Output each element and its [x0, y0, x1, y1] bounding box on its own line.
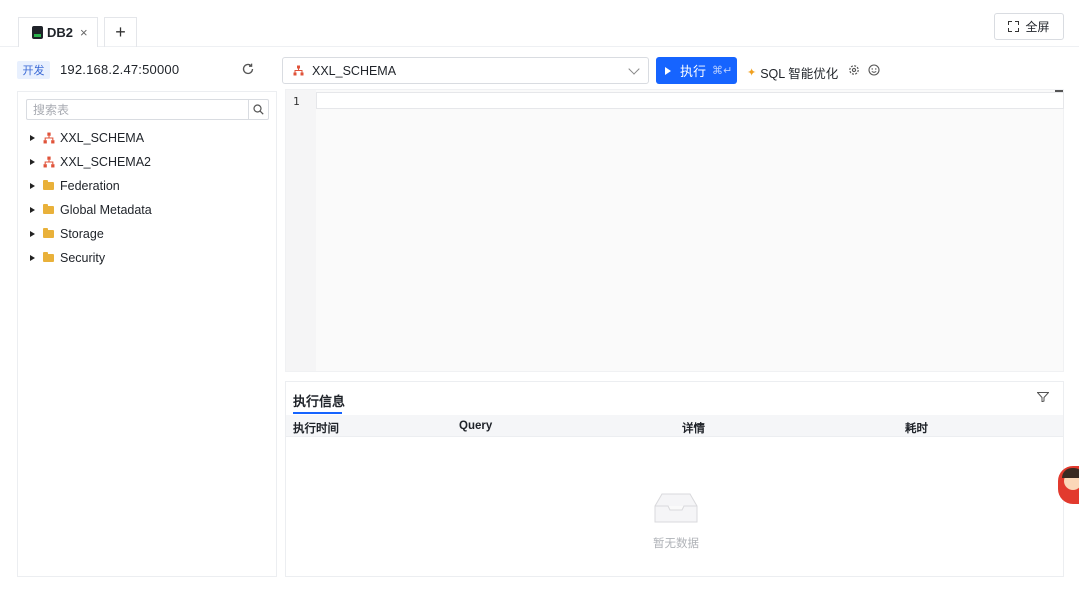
- editor-scrollbar[interactable]: [1055, 90, 1063, 92]
- feedback-smile-icon[interactable]: [868, 64, 880, 76]
- sparkle-icon: ✦: [747, 67, 757, 79]
- editor-active-line[interactable]: [316, 92, 1064, 109]
- caret-right-icon[interactable]: [30, 183, 35, 189]
- gear-icon[interactable]: [848, 64, 860, 76]
- caret-right-icon[interactable]: [30, 255, 35, 261]
- search-icon: [253, 104, 264, 115]
- refresh-icon[interactable]: [241, 62, 255, 76]
- table-browser-panel: XXL_SCHEMA XXL_SCHEMA2 Federation Global…: [17, 91, 277, 577]
- close-icon[interactable]: ×: [80, 25, 88, 40]
- schema-icon: [43, 132, 55, 144]
- folder-icon: [43, 252, 55, 264]
- run-shortcut: ⌘↵: [712, 65, 733, 77]
- fullscreen-label: 全屏: [1025, 20, 1050, 34]
- tree-item-xxl-schema[interactable]: XXL_SCHEMA: [18, 126, 276, 150]
- tab-db2[interactable]: DB2 ×: [18, 17, 98, 47]
- search-button[interactable]: [248, 100, 268, 119]
- schema-tree: XXL_SCHEMA XXL_SCHEMA2 Federation Global…: [18, 126, 276, 270]
- schema-select[interactable]: XXL_SCHEMA: [282, 57, 649, 84]
- tree-item-xxl-schema2[interactable]: XXL_SCHEMA2: [18, 150, 276, 174]
- caret-right-icon[interactable]: [30, 135, 35, 141]
- run-button-label: 执行: [680, 64, 707, 79]
- tree-item-label: Federation: [60, 179, 120, 193]
- fullscreen-button[interactable]: 全屏: [994, 13, 1064, 40]
- sql-editor[interactable]: 1: [285, 89, 1064, 372]
- active-tab-indicator: [293, 412, 342, 414]
- tree-item-security[interactable]: Security: [18, 246, 276, 270]
- schema-icon: [43, 156, 55, 168]
- sql-optimize-button[interactable]: ✦ SQL 智能优化: [747, 63, 838, 82]
- tree-item-label: Security: [60, 251, 106, 265]
- tree-item-storage[interactable]: Storage: [18, 222, 276, 246]
- line-number: 1: [293, 95, 300, 108]
- search-input[interactable]: [27, 100, 248, 119]
- empty-state: 暂无数据: [636, 492, 716, 551]
- caret-right-icon[interactable]: [30, 207, 35, 213]
- avatar-hair: [1062, 468, 1079, 478]
- column-header: 耗时: [905, 423, 928, 435]
- database-icon: [32, 26, 43, 39]
- folder-icon: [43, 204, 55, 216]
- editor-gutter: 1: [286, 90, 316, 371]
- filter-icon[interactable]: [1037, 392, 1049, 402]
- tree-item-label: Storage: [60, 227, 104, 241]
- empty-inbox-icon: [654, 493, 698, 523]
- tab-title: DB2: [47, 25, 74, 40]
- column-header: 详情: [682, 423, 705, 435]
- assistant-avatar[interactable]: [1058, 466, 1079, 504]
- tab-execution-info[interactable]: 执行信息: [293, 391, 345, 410]
- caret-right-icon[interactable]: [30, 159, 35, 165]
- folder-icon: [43, 228, 55, 240]
- tree-item-label: XXL_SCHEMA2: [60, 155, 152, 169]
- tree-item-label: XXL_SCHEMA: [60, 131, 145, 145]
- tree-item-global-metadata[interactable]: Global Metadata: [18, 198, 276, 222]
- tab-bar: DB2 × + 全屏: [0, 0, 1079, 47]
- sql-optimize-label: SQL 智能优化: [760, 67, 839, 81]
- chevron-down-icon: [628, 63, 640, 75]
- connection-host: 192.168.2.47:50000: [60, 62, 180, 77]
- tree-item-label: Global Metadata: [60, 203, 152, 217]
- add-tab-button[interactable]: +: [104, 17, 137, 47]
- folder-icon: [43, 180, 55, 192]
- play-icon: [665, 66, 671, 75]
- tree-item-federation[interactable]: Federation: [18, 174, 276, 198]
- results-table-header: 执行时间 Query 详情 耗时: [286, 415, 1063, 437]
- schema-select-value: XXL_SCHEMA: [312, 63, 397, 78]
- column-header: Query: [459, 420, 493, 432]
- table-search: [26, 99, 269, 120]
- results-panel: 执行信息 执行时间 Query 详情 耗时 暂无数据: [285, 381, 1064, 577]
- empty-text: 暂无数据: [653, 538, 699, 550]
- caret-right-icon[interactable]: [30, 231, 35, 237]
- fullscreen-icon: [1008, 21, 1020, 32]
- run-button[interactable]: 执行 ⌘↵: [656, 57, 737, 84]
- column-header: 执行时间: [293, 423, 339, 435]
- env-badge: 开发: [17, 61, 50, 79]
- schema-icon: [293, 65, 304, 76]
